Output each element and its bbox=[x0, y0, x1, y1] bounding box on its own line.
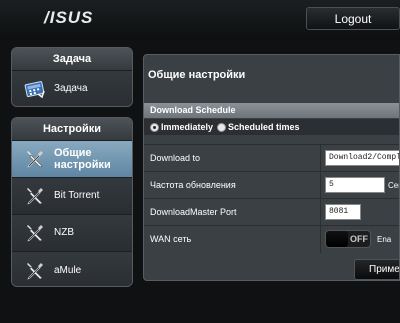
port-input[interactable]: 8081 bbox=[325, 204, 361, 220]
wan-toggle[interactable]: OFF bbox=[325, 230, 371, 248]
page-title: Общие настройки bbox=[148, 69, 246, 81]
task-calendar-icon bbox=[24, 78, 46, 100]
nav-item-nzb[interactable]: NZB bbox=[12, 215, 132, 252]
wan-label: WAN сеть bbox=[150, 234, 192, 244]
top-bar: /ISUS Logout bbox=[0, 0, 400, 40]
wan-extra-text: Ena bbox=[377, 235, 392, 244]
row-download-to: Download to Download2/Comple bbox=[144, 144, 399, 172]
nav-item-bittorrent[interactable]: Bit Torrent bbox=[12, 178, 132, 215]
wan-toggle-text: OFF bbox=[350, 234, 368, 244]
refresh-rate-label: Частота обновления bbox=[150, 180, 236, 190]
wrench-screwdriver-icon bbox=[24, 260, 46, 282]
radio-scheduled-times-dot[interactable] bbox=[217, 122, 227, 132]
download-to-label: Download to bbox=[150, 153, 201, 163]
nav-item-general-settings[interactable]: Общие настройки bbox=[12, 141, 132, 178]
radio-immediately[interactable]: Immediately bbox=[150, 122, 213, 132]
wrench-screwdriver-icon bbox=[24, 222, 46, 244]
task-panel-title: Задача bbox=[12, 48, 132, 71]
nav-item-amule[interactable]: aMule bbox=[12, 252, 132, 286]
task-panel: Задача Задача bbox=[11, 47, 133, 107]
nav-item-general-settings-label-2: настройки bbox=[54, 159, 111, 171]
logout-button[interactable]: Logout bbox=[306, 7, 400, 30]
settings-panel: Настройки Общие настройки Bit Torrent NZ… bbox=[11, 117, 133, 287]
nav-item-task[interactable]: Задача bbox=[12, 71, 132, 106]
row-refresh-rate: Частота обновления 5 Сек bbox=[144, 171, 399, 199]
nav-item-amule-label: aMule bbox=[54, 264, 82, 276]
section-title-download-schedule: Download Schedule bbox=[144, 103, 399, 118]
radio-immediately-label: Immediately bbox=[161, 122, 214, 132]
radio-immediately-dot[interactable] bbox=[150, 122, 159, 132]
wan-toggle-knob[interactable] bbox=[326, 231, 348, 247]
refresh-rate-unit: Сек bbox=[388, 181, 399, 190]
main-content: Общие настройки Download Schedule Immedi… bbox=[143, 54, 400, 281]
nav-item-bittorrent-label: Bit Torrent bbox=[54, 190, 100, 201]
port-label: DownloadMaster Port bbox=[150, 207, 237, 217]
settings-panel-title: Настройки bbox=[12, 118, 132, 141]
asus-logo: /ISUS bbox=[44, 8, 94, 27]
row-port: DownloadMaster Port 8081 bbox=[144, 198, 399, 226]
row-wan: WAN сеть OFF Ena bbox=[144, 225, 399, 253]
refresh-rate-input[interactable]: 5 bbox=[325, 177, 385, 193]
radio-scheduled-times-label: Scheduled times bbox=[228, 122, 300, 132]
nav-item-general-settings-label-1: Общие bbox=[54, 147, 92, 159]
wrench-screwdriver-icon bbox=[24, 148, 46, 170]
radio-scheduled-times[interactable]: Scheduled times bbox=[217, 122, 300, 132]
apply-button[interactable]: Примен bbox=[354, 259, 399, 280]
download-to-input[interactable]: Download2/Comple bbox=[325, 150, 399, 166]
schedule-radio-group: Immediately Scheduled times bbox=[144, 119, 399, 135]
wrench-screwdriver-icon bbox=[24, 185, 46, 207]
nav-item-nzb-label: NZB bbox=[54, 227, 74, 238]
nav-item-task-label: Задача bbox=[54, 83, 88, 94]
